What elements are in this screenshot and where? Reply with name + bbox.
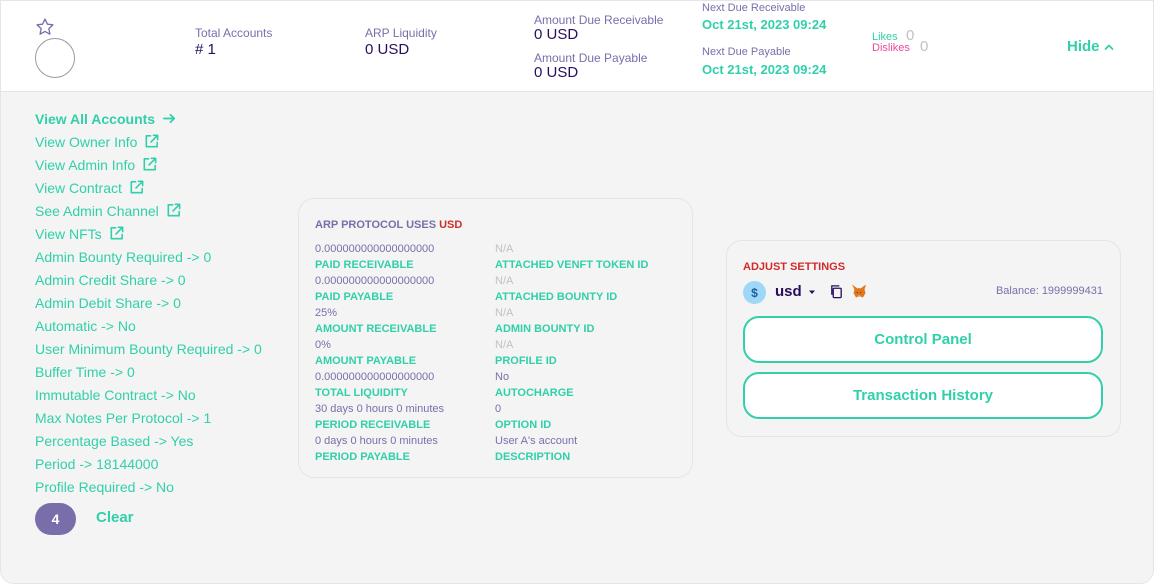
arrow-right-icon (163, 113, 176, 124)
account-header: Total Accounts # 1 ARP Liquidity 0 USD A… (1, 1, 1153, 92)
property-item: User Minimum Bounty Required -> 0 (35, 340, 262, 357)
hide-label: Hide (1067, 38, 1100, 55)
property-item: Admin Bounty Required -> 0 (35, 248, 212, 265)
view-admin-info-link[interactable]: View Admin Info (35, 153, 262, 176)
protocol-label: DESCRIPTION (495, 451, 571, 463)
control-panel-button[interactable]: Control Panel (743, 316, 1103, 363)
dislikes-label[interactable]: Dislikes (872, 42, 910, 54)
arp-liquidity-value: 0 USD (365, 41, 410, 58)
balance-text: Balance: 1999999431 (995, 285, 1103, 297)
protocol-value: 0% (315, 339, 331, 351)
property-item: Percentage Based -> Yes (35, 432, 194, 449)
protocol-label: PAID RECEIVABLE (315, 259, 414, 271)
token-selector[interactable]: usd (775, 283, 802, 300)
property-item: Profile Required -> No (35, 478, 174, 495)
caret-down-icon[interactable] (808, 288, 816, 296)
protocol-value: N/A (495, 339, 514, 351)
next-due-payable-label: Next Due Payable (702, 46, 791, 58)
property-item: Admin Debit Share -> 0 (35, 294, 181, 311)
link-label: See Admin Channel (35, 202, 159, 219)
external-link-icon (145, 134, 159, 148)
protocol-details-card: ARP PROTOCOL USES USD 0.0000000000000000… (298, 198, 693, 478)
arp-liquidity-label: ARP Liquidity (365, 26, 437, 40)
dislikes-count: 0 (920, 38, 929, 55)
protocol-label: AMOUNT PAYABLE (315, 355, 417, 367)
protocol-value: User A's account (495, 435, 578, 447)
protocol-value: 0.000000000000000000 (315, 371, 435, 383)
link-label: View Owner Info (35, 133, 138, 150)
total-accounts-value: # 1 (195, 41, 216, 58)
transaction-history-button[interactable]: Transaction History (743, 372, 1103, 419)
next-due-receivable-label: Next Due Receivable (702, 2, 806, 14)
protocol-label: PROFILE ID (495, 355, 557, 367)
settings-title: ADJUST SETTINGS (743, 261, 846, 273)
view-contract-link[interactable]: View Contract (35, 176, 262, 199)
see-admin-channel-link[interactable]: See Admin Channel (35, 199, 262, 222)
account-links-list: View All Accounts View Owner Info View A… (35, 107, 262, 498)
protocol-label: PERIOD PAYABLE (315, 451, 410, 463)
protocol-value: No (495, 371, 510, 383)
link-label: View NFTs (35, 225, 102, 242)
view-owner-info-link[interactable]: View Owner Info (35, 130, 262, 153)
link-label: View Contract (35, 179, 122, 196)
star-icon[interactable] (35, 17, 55, 37)
external-link-icon (110, 226, 124, 240)
protocol-value: 0.000000000000000000 (315, 275, 435, 287)
total-accounts-label: Total Accounts (195, 26, 273, 40)
protocol-label: PAID PAYABLE (315, 291, 394, 303)
amount-due-receivable-value: 0 USD (534, 26, 579, 43)
protocol-title-currency: USD (439, 219, 463, 231)
clear-button[interactable]: Clear (96, 509, 134, 526)
amount-due-payable-value: 0 USD (534, 64, 579, 81)
chevron-up-icon (1104, 44, 1113, 50)
metamask-fox-icon[interactable] (851, 283, 867, 299)
protocol-value: N/A (495, 243, 514, 255)
protocol-title: ARP PROTOCOL USES USD (315, 219, 462, 231)
external-link-icon (130, 180, 144, 194)
account-card: Total Accounts # 1 ARP Liquidity 0 USD A… (0, 0, 1154, 584)
property-item: Automatic -> No (35, 317, 136, 334)
protocol-title-prefix: ARP PROTOCOL USES (315, 219, 437, 231)
view-nfts-link[interactable]: View NFTs (35, 222, 262, 245)
property-item: Immutable Contract -> No (35, 386, 196, 403)
external-link-icon (167, 203, 181, 217)
link-label: View All Accounts (35, 110, 156, 127)
dollar-coin-icon: $ (743, 281, 766, 304)
notes-count-badge[interactable]: 4 (35, 503, 76, 535)
protocol-label: ATTACHED VENFT TOKEN ID (495, 259, 649, 271)
protocol-value: 0 (495, 403, 502, 415)
protocol-value: 25% (315, 307, 338, 319)
view-all-accounts-link[interactable]: View All Accounts (35, 107, 262, 130)
protocol-value: N/A (495, 275, 514, 287)
protocol-label: AMOUNT RECEIVABLE (315, 323, 437, 335)
protocol-label: ATTACHED BOUNTY ID (495, 291, 618, 303)
protocol-left-column: 0.000000000000000000 PAID RECEIVABLE 0.0… (315, 241, 444, 465)
protocol-value: 30 days 0 hours 0 minutes (315, 403, 445, 415)
next-due-payable-value: Oct 21st, 2023 09:24 (702, 62, 827, 77)
adjust-settings-card: ADJUST SETTINGS $ usd Balance: 199999943… (726, 240, 1121, 437)
property-item: Max Notes Per Protocol -> 1 (35, 409, 212, 426)
protocol-label: TOTAL LIQUIDITY (315, 387, 408, 399)
protocol-value: N/A (495, 307, 514, 319)
amount-due-payable-label: Amount Due Payable (534, 51, 648, 65)
hide-button[interactable]: Hide (1067, 38, 1114, 55)
avatar[interactable] (35, 38, 75, 78)
protocol-label: ADMIN BOUNTY ID (495, 323, 595, 335)
property-item: Buffer Time -> 0 (35, 363, 135, 380)
protocol-value: 0 days 0 hours 0 minutes (315, 435, 438, 447)
property-item: Admin Credit Share -> 0 (35, 271, 186, 288)
amount-due-receivable-label: Amount Due Receivable (534, 13, 664, 27)
link-label: View Admin Info (35, 156, 136, 173)
next-due-receivable-value: Oct 21st, 2023 09:24 (702, 17, 827, 32)
copy-icon[interactable] (829, 284, 844, 299)
protocol-right-column: N/A ATTACHED VENFT TOKEN ID N/A ATTACHED… (495, 241, 648, 465)
protocol-label: PERIOD RECEIVABLE (315, 419, 431, 431)
protocol-value: 0.000000000000000000 (315, 243, 435, 255)
external-link-icon (143, 157, 157, 171)
property-item: Period -> 18144000 (35, 455, 159, 472)
protocol-label: AUTOCHARGE (495, 387, 574, 399)
protocol-label: OPTION ID (495, 419, 552, 431)
